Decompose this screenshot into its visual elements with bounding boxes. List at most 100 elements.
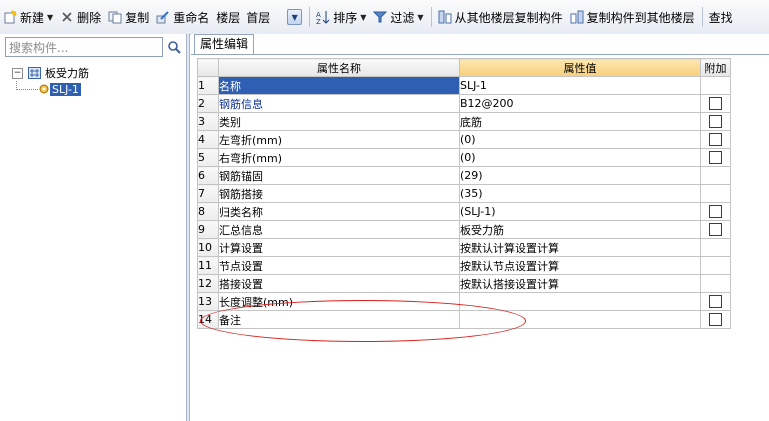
filter-button[interactable]: 过滤 ▼ xyxy=(370,6,426,28)
sort-icon: AZ xyxy=(316,10,330,26)
search-input[interactable]: 搜索构件... xyxy=(5,37,163,57)
property-value-cell[interactable] xyxy=(459,292,701,311)
extra-cell[interactable] xyxy=(700,220,731,239)
extra-checkbox[interactable] xyxy=(709,133,722,147)
row-number: 8 xyxy=(197,202,219,221)
extra-cell[interactable] xyxy=(700,94,731,113)
header-property-value: 属性值 xyxy=(459,58,701,77)
copy-to-floor-button[interactable]: 复制构件到其他楼层 xyxy=(567,6,698,28)
extra-cell[interactable] xyxy=(700,112,731,131)
tab-bar: 属性编辑 xyxy=(191,34,769,55)
collapse-icon[interactable]: − xyxy=(12,67,23,79)
copy-to-floor-label: 复制构件到其他楼层 xyxy=(586,10,695,25)
copy-label: 复制 xyxy=(125,10,150,25)
copy-from-floor-button[interactable]: 从其他楼层复制构件 xyxy=(435,6,566,28)
table-row[interactable]: 10 计算设置 按默认计算设置计算 xyxy=(197,238,731,257)
extra-checkbox[interactable] xyxy=(709,97,722,111)
property-name-cell[interactable]: 钢筋锚固 xyxy=(218,166,460,185)
new-label: 新建 xyxy=(20,10,45,25)
find-button[interactable]: 查找 xyxy=(706,6,736,28)
table-row[interactable]: 12 搭接设置 按默认搭接设置计算 xyxy=(197,274,731,293)
extra-checkbox[interactable] xyxy=(709,295,722,309)
table-row[interactable]: 3 类别 底筋 xyxy=(197,112,731,131)
delete-button[interactable]: 删除 xyxy=(57,6,104,28)
extra-cell[interactable] xyxy=(700,148,731,167)
tree-node-root[interactable]: − 板受力筋 xyxy=(12,65,89,81)
property-name-cell[interactable]: 归类名称 xyxy=(218,202,460,221)
table-row[interactable]: 9 汇总信息 板受力筋 xyxy=(197,220,731,239)
extra-checkbox[interactable] xyxy=(709,115,722,129)
tree-node-child-label[interactable]: SLJ-1 xyxy=(50,82,81,96)
property-name-cell[interactable]: 类别 xyxy=(218,112,460,131)
property-value-cell[interactable]: B12@200 xyxy=(459,94,701,113)
property-name-cell[interactable]: 备注 xyxy=(218,310,460,329)
extra-cell[interactable] xyxy=(700,310,731,329)
extra-cell[interactable] xyxy=(700,292,731,311)
property-value-cell[interactable]: (0) xyxy=(459,130,701,149)
toolbar-divider xyxy=(701,7,703,27)
copy-from-floor-icon xyxy=(438,10,452,24)
extra-cell[interactable] xyxy=(700,202,731,221)
property-value-cell[interactable]: SLJ-1 xyxy=(459,76,701,95)
property-name-cell[interactable]: 搭接设置 xyxy=(218,274,460,293)
gear-icon xyxy=(38,83,51,95)
table-row[interactable]: 1 名称 SLJ-1 xyxy=(197,76,731,95)
floor-label: 楼层 xyxy=(216,10,241,25)
sort-label: 排序 xyxy=(333,10,358,25)
chevron-down-icon[interactable]: ▼ xyxy=(287,9,303,25)
new-button[interactable]: 新建 ▼ xyxy=(0,6,56,28)
property-value-cell[interactable]: 按默认计算设置计算 xyxy=(459,238,701,257)
property-name-cell[interactable]: 计算设置 xyxy=(218,238,460,257)
extra-checkbox[interactable] xyxy=(709,313,722,327)
property-value-cell[interactable]: 板受力筋 xyxy=(459,220,701,239)
property-value-cell[interactable]: (SLJ-1) xyxy=(459,202,701,221)
property-value-cell[interactable]: 底筋 xyxy=(459,112,701,131)
extra-checkbox[interactable] xyxy=(709,151,722,165)
rename-button[interactable]: 重命名 xyxy=(153,6,212,28)
property-name-cell[interactable]: 右弯折(mm) xyxy=(218,148,460,167)
table-row[interactable]: 13 长度调整(mm) xyxy=(197,292,731,311)
extra-checkbox[interactable] xyxy=(709,205,722,219)
component-tree: − 板受力筋 SLJ-1 xyxy=(12,65,89,97)
extra-cell[interactable] xyxy=(700,130,731,149)
table-row[interactable]: 8 归类名称 (SLJ-1) xyxy=(197,202,731,221)
row-number: 1 xyxy=(197,76,219,95)
rename-label: 重命名 xyxy=(173,10,210,25)
sort-button[interactable]: AZ 排序 ▼ xyxy=(313,6,369,28)
property-value-cell[interactable]: 按默认节点设置计算 xyxy=(459,256,701,275)
tab-property-edit[interactable]: 属性编辑 xyxy=(194,34,255,54)
toolbar-divider xyxy=(309,7,311,27)
property-name-cell[interactable]: 汇总信息 xyxy=(218,220,460,239)
filter-label: 过滤 xyxy=(390,10,415,25)
panel-splitter[interactable] xyxy=(186,34,190,421)
property-name-cell[interactable]: 节点设置 xyxy=(218,256,460,275)
extra-checkbox[interactable] xyxy=(709,223,722,237)
extra-cell xyxy=(700,76,731,95)
property-name-cell[interactable]: 钢筋信息 xyxy=(218,94,460,113)
property-name-cell[interactable]: 钢筋搭接 xyxy=(218,184,460,203)
table-row[interactable]: 7 钢筋搭接 (35) xyxy=(197,184,731,203)
row-number: 4 xyxy=(197,130,219,149)
copy-button[interactable]: 复制 xyxy=(105,6,152,28)
header-extra: 附加 xyxy=(700,58,731,77)
table-row[interactable]: 5 右弯折(mm) (0) xyxy=(197,148,731,167)
property-name-cell[interactable]: 左弯折(mm) xyxy=(218,130,460,149)
property-value-cell[interactable]: (35) xyxy=(459,184,701,203)
tree-node-child[interactable]: SLJ-1 xyxy=(12,81,89,97)
property-value-cell[interactable]: 按默认搭接设置计算 xyxy=(459,274,701,293)
search-icon[interactable] xyxy=(165,38,183,56)
table-row[interactable]: 11 节点设置 按默认节点设置计算 xyxy=(197,256,731,275)
property-value-cell[interactable]: (0) xyxy=(459,148,701,167)
filter-icon xyxy=(373,10,388,24)
table-row[interactable]: 14 备注 xyxy=(197,310,731,329)
property-name-cell[interactable]: 长度调整(mm) xyxy=(218,292,460,311)
table-row[interactable]: 6 钢筋锚固 (29) xyxy=(197,166,731,185)
table-row[interactable]: 4 左弯折(mm) (0) xyxy=(197,130,731,149)
property-name-cell[interactable]: 名称 xyxy=(218,76,460,95)
property-table: 属性名称 属性值 附加 1 名称 SLJ-1 2 钢筋信息 B12@200 3 类别 底筋 4 左弯… xyxy=(197,58,731,329)
table-row[interactable]: 2 钢筋信息 B12@200 xyxy=(197,94,731,113)
chevron-down-icon: ▼ xyxy=(360,12,367,22)
property-value-cell[interactable]: (29) xyxy=(459,166,701,185)
floor-dropdown[interactable]: 首层 ▼ xyxy=(244,8,303,26)
property-value-cell[interactable] xyxy=(459,310,701,329)
